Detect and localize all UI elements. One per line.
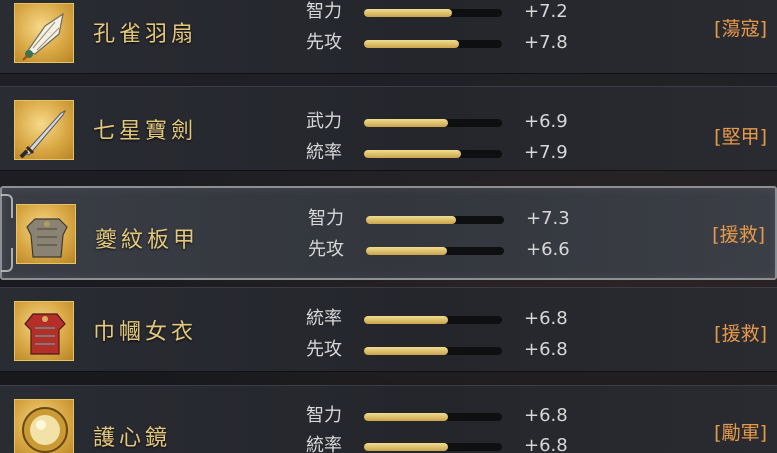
stat-row: 智力 +6.8 bbox=[306, 404, 576, 428]
stat-bar-fill bbox=[364, 347, 449, 355]
stat-row: 智力 +7.2 bbox=[306, 0, 576, 24]
item-name: 七星寶劍 bbox=[93, 119, 198, 144]
equipment-row[interactable]: 巾幗女衣 統率 +6.8 先攻 +6.8 [援救] bbox=[0, 287, 777, 372]
skill-tag: [堅甲] bbox=[714, 126, 767, 148]
stat-label: 先攻 bbox=[306, 32, 342, 53]
stat-row: 先攻 +6.6 bbox=[308, 238, 578, 262]
heart-protector-mirror-icon bbox=[14, 399, 74, 453]
equipment-list: 孔雀羽扇 智力 +7.2 先攻 +7.8 [蕩寇] 七星寶劍 武力 +6.9 統… bbox=[0, 0, 777, 453]
skill-tag: [援救] bbox=[712, 224, 765, 246]
equipment-row[interactable]: 孔雀羽扇 智力 +7.2 先攻 +7.8 [蕩寇] bbox=[0, 0, 777, 74]
peacock-feather-fan-icon bbox=[14, 3, 74, 63]
stat-bar bbox=[366, 216, 504, 224]
stat-value: +6.8 bbox=[524, 308, 568, 329]
stat-bar-fill bbox=[364, 119, 449, 127]
stat-bar-fill bbox=[364, 413, 449, 421]
stat-bar bbox=[364, 347, 502, 355]
equipment-row-selected[interactable]: 夔紋板甲 智力 +7.3 先攻 +6.6 [援救] bbox=[0, 186, 777, 280]
stat-bar-fill bbox=[364, 316, 449, 324]
stat-bar-fill bbox=[366, 216, 456, 224]
item-name: 夔紋板甲 bbox=[95, 228, 200, 253]
stat-label: 智力 bbox=[308, 208, 344, 229]
skill-tag: [援救] bbox=[714, 323, 767, 345]
stat-value: +6.9 bbox=[524, 111, 568, 132]
stat-value: +7.8 bbox=[524, 32, 568, 53]
item-name: 護心鏡 bbox=[93, 426, 172, 451]
stat-label: 統率 bbox=[306, 142, 342, 163]
stat-value: +6.8 bbox=[524, 405, 568, 426]
stat-label: 智力 bbox=[306, 1, 342, 22]
stat-value: +7.2 bbox=[524, 1, 568, 22]
seven-star-sword-icon bbox=[14, 100, 74, 160]
stat-bar bbox=[364, 443, 502, 451]
stat-row: 智力 +7.3 bbox=[308, 207, 578, 231]
stat-label: 武力 bbox=[306, 111, 342, 132]
stat-label: 先攻 bbox=[306, 339, 342, 360]
stat-row: 武力 +6.9 bbox=[306, 110, 576, 134]
stat-bar-fill bbox=[364, 9, 453, 17]
stat-row: 先攻 +7.8 bbox=[306, 31, 576, 55]
skill-tag: [勵軍] bbox=[714, 422, 767, 444]
stat-label: 統率 bbox=[306, 308, 342, 329]
stat-value: +7.9 bbox=[524, 142, 568, 163]
stat-bar bbox=[364, 413, 502, 421]
stat-bar bbox=[364, 150, 502, 158]
stat-bar-fill bbox=[364, 40, 460, 48]
stat-value: +6.8 bbox=[524, 339, 568, 360]
stat-label: 先攻 bbox=[308, 239, 344, 260]
stat-row: 統率 +7.9 bbox=[306, 141, 576, 165]
skill-tag: [蕩寇] bbox=[714, 18, 767, 40]
stat-bar-fill bbox=[364, 150, 461, 158]
stat-label: 智力 bbox=[306, 405, 342, 426]
stat-value: +6.6 bbox=[526, 239, 570, 260]
stat-value: +7.3 bbox=[526, 208, 570, 229]
stat-value: +6.8 bbox=[524, 435, 568, 453]
item-name: 孔雀羽扇 bbox=[93, 22, 198, 47]
stat-row: 統率 +6.8 bbox=[306, 307, 576, 331]
stat-bar bbox=[364, 316, 502, 324]
stat-bar bbox=[364, 119, 502, 127]
equipment-row[interactable]: 護心鏡 智力 +6.8 統率 +6.8 [勵軍] bbox=[0, 385, 777, 453]
stat-bar bbox=[366, 247, 504, 255]
equipment-row[interactable]: 七星寶劍 武力 +6.9 統率 +7.9 [堅甲] bbox=[0, 86, 777, 171]
stat-bar-fill bbox=[364, 443, 449, 451]
item-name: 巾幗女衣 bbox=[93, 320, 198, 345]
stat-row: 統率 +6.8 bbox=[306, 434, 576, 453]
stat-bar bbox=[364, 9, 502, 17]
plate-armor-icon bbox=[16, 204, 76, 264]
stat-bar-fill bbox=[366, 247, 448, 255]
stat-label: 統率 bbox=[306, 435, 342, 453]
female-armor-robe-icon bbox=[14, 301, 74, 361]
stat-row: 先攻 +6.8 bbox=[306, 338, 576, 362]
stat-bar bbox=[364, 40, 502, 48]
